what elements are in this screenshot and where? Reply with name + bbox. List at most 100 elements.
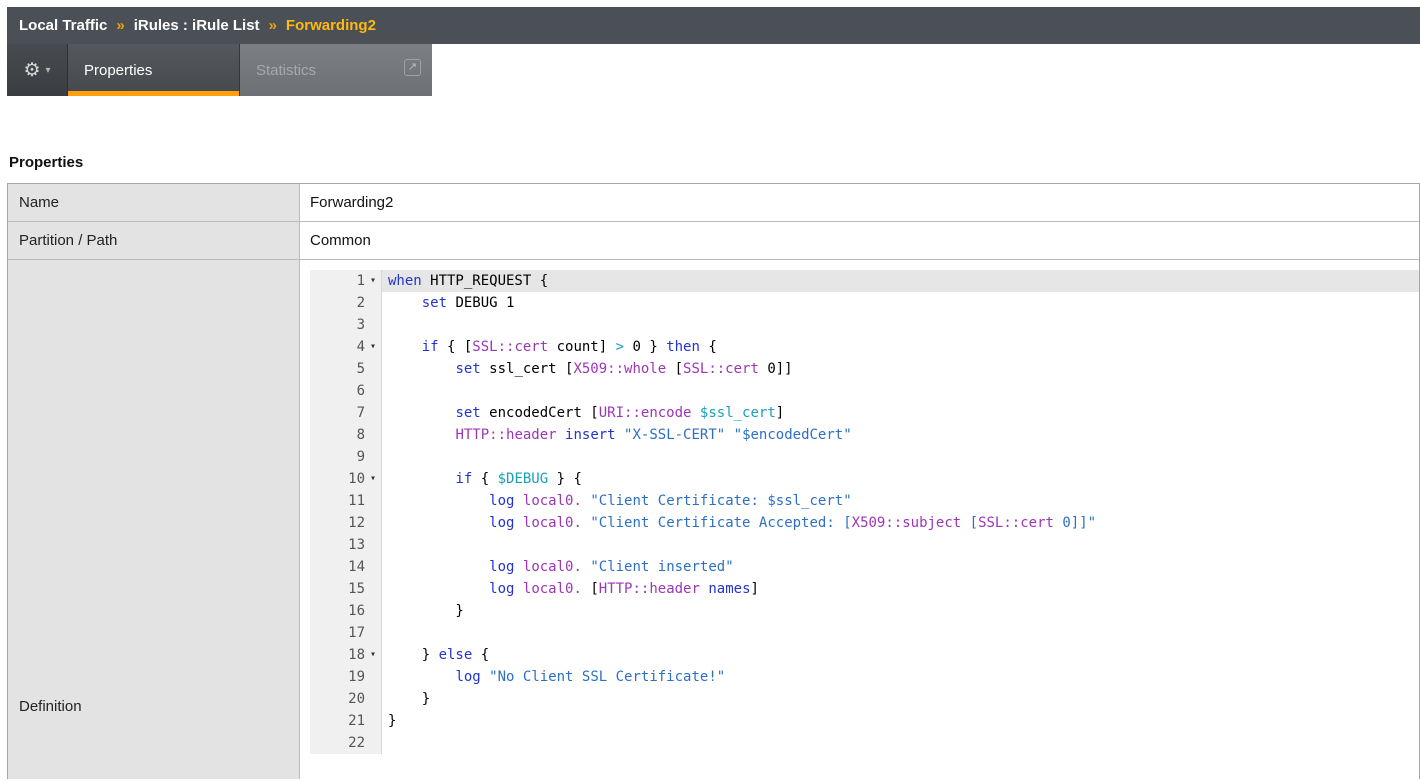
properties-table: Name Forwarding2 Partition / Path Common… — [7, 183, 1420, 779]
line-number: 19 — [310, 666, 382, 688]
line-number: 12 — [310, 512, 382, 534]
page-title: Properties — [9, 154, 1420, 171]
gear-icon: ⚙ — [23, 61, 40, 80]
code-text[interactable] — [382, 732, 1419, 754]
code-text[interactable] — [382, 314, 1419, 336]
code-line: 6 — [310, 380, 1419, 402]
code-text[interactable]: } — [382, 688, 1419, 710]
line-number: 21 — [310, 710, 382, 732]
code-text[interactable] — [382, 622, 1419, 644]
tab-statistics[interactable]: Statistics ↗ — [240, 44, 432, 96]
code-text[interactable] — [382, 534, 1419, 556]
line-number: 16 — [310, 600, 382, 622]
line-number: 13 — [310, 534, 382, 556]
code-text[interactable] — [382, 380, 1419, 402]
breadcrumb-section: Local Traffic — [19, 17, 107, 34]
code-line: 20 } — [310, 688, 1419, 710]
code-text[interactable]: log local0. "Client inserted" — [382, 556, 1419, 578]
code-line: 15 log local0. [HTTP::header names] — [310, 578, 1419, 600]
table-row: Name Forwarding2 — [8, 184, 1419, 222]
line-number: 4▾ — [310, 336, 382, 358]
table-row: Definition 1▾when HTTP_REQUEST {2 set DE… — [8, 260, 1419, 779]
line-number: 10▾ — [310, 468, 382, 490]
code-line: 9 — [310, 446, 1419, 468]
breadcrumb-separator-icon: » — [116, 17, 124, 34]
breadcrumb-current: Forwarding2 — [286, 17, 376, 34]
code-text[interactable]: } — [382, 600, 1419, 622]
breadcrumb-separator-icon: » — [269, 17, 277, 34]
fold-arrow-icon[interactable]: ▾ — [365, 644, 381, 666]
code-text[interactable]: HTTP::header insert "X-SSL-CERT" "$encod… — [382, 424, 1419, 446]
code-text[interactable]: log local0. "Client Certificate: $ssl_ce… — [382, 490, 1419, 512]
code-line: 14 log local0. "Client inserted" — [310, 556, 1419, 578]
fold-arrow-icon[interactable]: ▾ — [365, 270, 381, 292]
fold-arrow-icon[interactable]: ▾ — [365, 336, 381, 358]
code-line: 17 — [310, 622, 1419, 644]
line-number: 8 — [310, 424, 382, 446]
line-number: 18▾ — [310, 644, 382, 666]
code-text[interactable]: if { [SSL::cert count] > 0 } then { — [382, 336, 1419, 358]
line-number: 17 — [310, 622, 382, 644]
code-text[interactable]: log local0. "Client Certificate Accepted… — [382, 512, 1419, 534]
line-number: 3 — [310, 314, 382, 336]
breadcrumb-link-irule-list[interactable]: iRules : iRule List — [134, 17, 260, 34]
code-editor-lines: 1▾when HTTP_REQUEST {2 set DEBUG 134▾ if… — [310, 270, 1419, 754]
row-label-definition: Definition — [8, 260, 300, 779]
chevron-down-icon: ▾ — [46, 65, 51, 76]
partition-path-value: Common — [300, 222, 1419, 259]
active-tab-underline — [68, 91, 239, 96]
code-line: 1▾when HTTP_REQUEST { — [310, 270, 1419, 292]
code-line: 3 — [310, 314, 1419, 336]
line-number: 15 — [310, 578, 382, 600]
code-text[interactable]: when HTTP_REQUEST { — [382, 270, 1419, 292]
line-number: 2 — [310, 292, 382, 314]
tab-bar: ⚙ ▾ Properties Statistics ↗ — [7, 44, 432, 96]
row-label-name: Name — [8, 184, 300, 221]
line-number: 22 — [310, 732, 382, 754]
line-number: 9 — [310, 446, 382, 468]
code-text[interactable]: set ssl_cert [X509::whole [SSL::cert 0]] — [382, 358, 1419, 380]
popout-icon[interactable]: ↗ — [404, 59, 421, 76]
breadcrumb: Local Traffic » iRules : iRule List » Fo… — [7, 7, 1420, 44]
line-number: 14 — [310, 556, 382, 578]
code-text[interactable]: log "No Client SSL Certificate!" — [382, 666, 1419, 688]
line-number: 20 — [310, 688, 382, 710]
row-label-partition-path: Partition / Path — [8, 222, 300, 259]
line-number: 6 — [310, 380, 382, 402]
code-text[interactable]: } else { — [382, 644, 1419, 666]
code-line: 2 set DEBUG 1 — [310, 292, 1419, 314]
line-number: 5 — [310, 358, 382, 380]
code-line: 12 log local0. "Client Certificate Accep… — [310, 512, 1419, 534]
code-line: 19 log "No Client SSL Certificate!" — [310, 666, 1419, 688]
definition-label: Definition — [19, 698, 82, 715]
tab-properties-label: Properties — [84, 62, 152, 79]
code-line: 11 log local0. "Client Certificate: $ssl… — [310, 490, 1419, 512]
code-text[interactable]: set DEBUG 1 — [382, 292, 1419, 314]
code-text[interactable]: } — [382, 710, 1419, 732]
code-line: 16 } — [310, 600, 1419, 622]
line-number: 7 — [310, 402, 382, 424]
code-line: 4▾ if { [SSL::cert count] > 0 } then { — [310, 336, 1419, 358]
code-line: 7 set encodedCert [URI::encode $ssl_cert… — [310, 402, 1419, 424]
code-line: 5 set ssl_cert [X509::whole [SSL::cert 0… — [310, 358, 1419, 380]
code-text[interactable]: if { $DEBUG } { — [382, 468, 1419, 490]
definition-cell: 1▾when HTTP_REQUEST {2 set DEBUG 134▾ if… — [300, 260, 1419, 779]
tab-statistics-label: Statistics — [256, 62, 316, 79]
code-line: 21} — [310, 710, 1419, 732]
code-line: 18▾ } else { — [310, 644, 1419, 666]
table-row: Partition / Path Common — [8, 222, 1419, 260]
gear-menu-button[interactable]: ⚙ ▾ — [7, 44, 68, 96]
code-line: 22 — [310, 732, 1419, 754]
code-text[interactable]: set encodedCert [URI::encode $ssl_cert] — [382, 402, 1419, 424]
code-line: 13 — [310, 534, 1419, 556]
code-text[interactable]: log local0. [HTTP::header names] — [382, 578, 1419, 600]
code-editor[interactable]: 1▾when HTTP_REQUEST {2 set DEBUG 134▾ if… — [310, 270, 1419, 754]
line-number: 11 — [310, 490, 382, 512]
fold-arrow-icon[interactable]: ▾ — [365, 468, 381, 490]
line-number: 1▾ — [310, 270, 382, 292]
code-line: 8 HTTP::header insert "X-SSL-CERT" "$enc… — [310, 424, 1419, 446]
code-text[interactable] — [382, 446, 1419, 468]
tab-properties[interactable]: Properties — [68, 44, 240, 96]
name-value: Forwarding2 — [300, 184, 1419, 221]
code-line: 10▾ if { $DEBUG } { — [310, 468, 1419, 490]
